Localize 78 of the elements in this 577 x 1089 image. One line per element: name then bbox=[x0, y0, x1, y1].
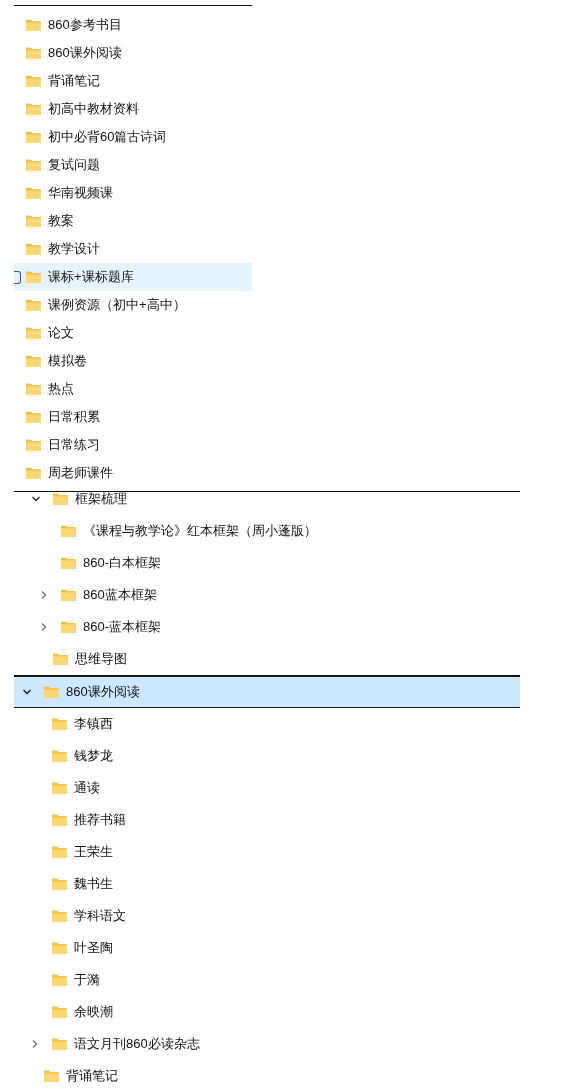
folder-row[interactable]: 模拟卷 bbox=[14, 347, 252, 375]
folder-row[interactable]: 李镇西 bbox=[20, 708, 520, 740]
folder-row[interactable]: 教案 bbox=[14, 207, 252, 235]
folder-row[interactable]: 叶圣陶 bbox=[20, 932, 520, 964]
folder-row[interactable]: 学科语文 bbox=[20, 900, 520, 932]
folder-icon bbox=[53, 493, 68, 505]
folder-row[interactable]: 周老师课件 bbox=[14, 459, 252, 487]
folder-icon bbox=[26, 299, 41, 311]
folder-icon bbox=[52, 846, 67, 858]
folder-icon bbox=[26, 19, 41, 31]
folder-icon bbox=[26, 187, 41, 199]
folder-icon bbox=[61, 589, 76, 601]
folder-row[interactable]: 框架梳理 bbox=[29, 492, 520, 515]
folder-row[interactable]: 课标+课标题库 bbox=[14, 263, 252, 291]
folder-icon bbox=[26, 47, 41, 59]
folder-icon bbox=[26, 355, 41, 367]
folder-row[interactable]: 思维导图 bbox=[29, 643, 520, 675]
folder-icon bbox=[52, 750, 67, 762]
folder-icon bbox=[52, 942, 67, 954]
folder-row[interactable]: 余映潮 bbox=[20, 996, 520, 1028]
folder-icon bbox=[52, 1006, 67, 1018]
folder-row[interactable]: 于漪 bbox=[20, 964, 520, 996]
folder-icon bbox=[26, 159, 41, 171]
folder-row[interactable]: 初中必背60篇古诗词 bbox=[14, 123, 252, 151]
folder-icon bbox=[52, 814, 67, 826]
folder-row[interactable]: 课例资源（初中+高中） bbox=[14, 291, 252, 319]
folder-icon bbox=[53, 653, 68, 665]
folder-row[interactable]: 华南视频课 bbox=[14, 179, 252, 207]
folder-row[interactable]: 日常练习 bbox=[14, 431, 252, 459]
folder-icon bbox=[26, 103, 41, 115]
folder-row[interactable]: 860参考书目 bbox=[14, 11, 252, 39]
chevron-right-icon[interactable] bbox=[39, 590, 49, 600]
folder-row[interactable]: 钱梦龙 bbox=[20, 740, 520, 772]
folder-row[interactable]: 背诵笔记 bbox=[20, 1060, 520, 1089]
folder-icon bbox=[52, 910, 67, 922]
folder-row[interactable]: 日常积累 bbox=[14, 403, 252, 431]
folder-icon bbox=[52, 974, 67, 986]
folder-row[interactable]: 860-蓝本框架 bbox=[29, 611, 520, 643]
folder-icon bbox=[26, 327, 41, 339]
chevron-right-icon[interactable] bbox=[39, 622, 49, 632]
chevron-down-icon[interactable] bbox=[22, 687, 32, 697]
folder-icon bbox=[26, 243, 41, 255]
folder-icon bbox=[52, 878, 67, 890]
folder-icon bbox=[26, 439, 41, 451]
folder-row[interactable]: 推荐书籍 bbox=[20, 804, 520, 836]
folder-row[interactable]: 论文 bbox=[14, 319, 252, 347]
folder-icon bbox=[26, 411, 41, 423]
folder-icon bbox=[26, 215, 41, 227]
folder-icon bbox=[26, 131, 41, 143]
folder-row[interactable]: 背诵笔记 bbox=[14, 67, 252, 95]
folder-row[interactable]: 语文月刊860必读杂志 bbox=[20, 1028, 520, 1060]
folder-icon bbox=[52, 718, 67, 730]
folder-row[interactable]: 通读 bbox=[20, 772, 520, 804]
folder-icon bbox=[26, 271, 41, 283]
folder-icon bbox=[44, 686, 59, 698]
checkbox[interactable] bbox=[14, 271, 21, 284]
folder-row[interactable]: 教学设计 bbox=[14, 235, 252, 263]
folder-row[interactable]: 王荣生 bbox=[20, 836, 520, 868]
chevron-right-icon[interactable] bbox=[30, 1039, 40, 1049]
folder-icon bbox=[26, 383, 41, 395]
folder-row[interactable]: 初高中教材资料 bbox=[14, 95, 252, 123]
folder-icon bbox=[26, 75, 41, 87]
folder-row[interactable]: 热点 bbox=[14, 375, 252, 403]
folder-row[interactable]: 860-白本框架 bbox=[29, 547, 520, 579]
folder-icon bbox=[61, 621, 76, 633]
folder-icon bbox=[52, 782, 67, 794]
chevron-down-icon[interactable] bbox=[31, 494, 41, 504]
folder-row[interactable]: 860课外阅读 bbox=[14, 676, 520, 708]
folder-icon bbox=[61, 557, 76, 569]
folder-icon bbox=[44, 1070, 59, 1082]
folder-row[interactable]: 魏书生 bbox=[20, 868, 520, 900]
folder-icon bbox=[26, 467, 41, 479]
folder-row[interactable]: 《课程与教学论》红本框架（周小蓬版） bbox=[29, 515, 520, 547]
folder-row[interactable]: 复试问题 bbox=[14, 151, 252, 179]
folder-row[interactable]: 860课外阅读 bbox=[14, 39, 252, 67]
folder-row[interactable]: 860蓝本框架 bbox=[29, 579, 520, 611]
folder-icon bbox=[61, 525, 76, 537]
folder-icon bbox=[52, 1038, 67, 1050]
